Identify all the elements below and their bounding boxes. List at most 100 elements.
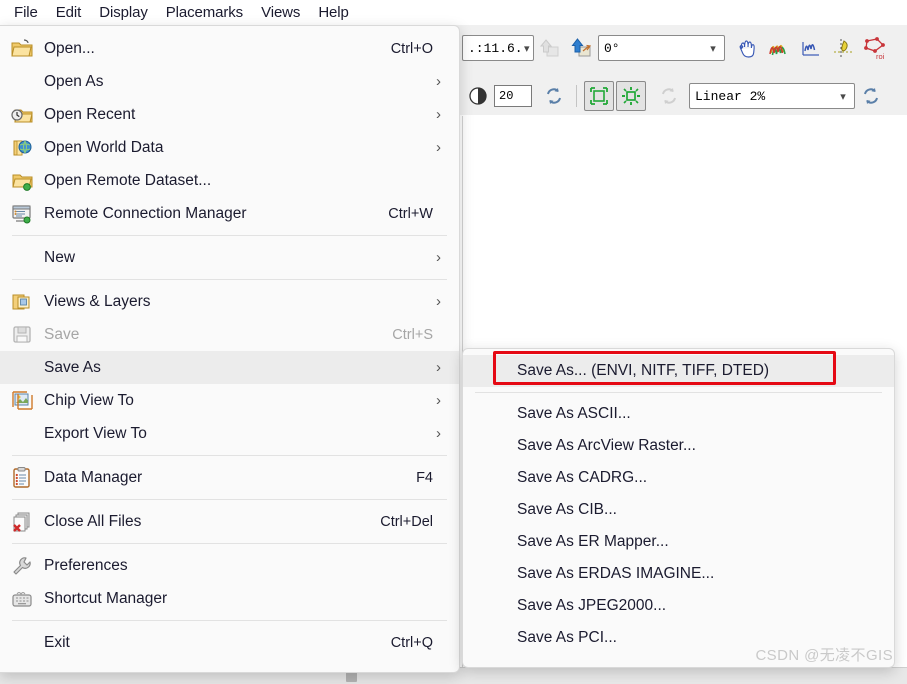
zoom-level-combo[interactable]: .:11.6. ▾	[462, 35, 534, 61]
submenu-item-label: Save As ER Mapper...	[517, 533, 669, 550]
empty-icon-slot	[463, 433, 517, 459]
submenu-item-save-as-ascii[interactable]: Save As ASCII...	[463, 398, 894, 430]
open-remote-dataset-icon	[0, 168, 44, 194]
menu-item-label: Save As	[44, 358, 101, 376]
menu-separator	[475, 392, 882, 393]
menu-item-shortcut-manager[interactable]: Shortcut Manager	[0, 582, 459, 615]
menu-item-label: Open...	[44, 39, 95, 57]
views-layers-icon	[0, 289, 44, 315]
open-recent-icon	[0, 102, 44, 128]
submenu-item-label: Save As PCI...	[517, 629, 617, 646]
refresh-icon[interactable]	[539, 81, 569, 111]
menu-item-open-recent[interactable]: Open Recent ›	[0, 98, 459, 131]
menu-item-save-as[interactable]: Save As ›	[0, 351, 459, 384]
stretch-full-extent-icon[interactable]	[584, 81, 614, 111]
menu-item-exit[interactable]: Exit Ctrl+Q	[0, 626, 459, 659]
stretch-type-combo[interactable]: Linear 2% ▾	[689, 83, 855, 109]
menu-item-label: Export View To	[44, 424, 147, 442]
menu-item-save: Save Ctrl+S	[0, 318, 459, 351]
chip-view-icon	[0, 388, 44, 414]
watermark-text: CSDN @无凌不GIS	[755, 647, 893, 664]
menu-bar: File Edit Display Placemarks Views Help	[0, 0, 907, 25]
menu-item-export-view-to[interactable]: Export View To ›	[0, 417, 459, 450]
refresh-stretch-icon[interactable]	[856, 81, 886, 111]
menu-item-label: Views & Layers	[44, 292, 151, 310]
menu-item-label: Shortcut Manager	[44, 589, 168, 607]
menu-item-accel: Ctrl+W	[388, 205, 433, 222]
pan-hand-icon[interactable]	[732, 33, 762, 63]
menu-item-accel: Ctrl+S	[392, 326, 433, 343]
menu-item-label: Remote Connection Manager	[44, 204, 247, 222]
menu-item-open-remote-dataset[interactable]: Open Remote Dataset...	[0, 164, 459, 197]
application-window: File Edit Display Placemarks Views Help …	[0, 0, 907, 684]
toolbar-separator	[576, 85, 577, 107]
chevron-right-icon: ›	[436, 73, 441, 90]
menu-separator	[12, 235, 447, 236]
menu-item-views-and-layers[interactable]: Views & Layers ›	[0, 285, 459, 318]
submenu-item-label: Save As CIB...	[517, 501, 617, 518]
open-folder-icon	[0, 36, 44, 62]
submenu-item-save-as-cadrg[interactable]: Save As CADRG...	[463, 462, 894, 494]
menu-item-open-as[interactable]: Open As ›	[0, 65, 459, 98]
menu-item-label: Open World Data	[44, 138, 164, 156]
move-layer-up-icon[interactable]	[535, 33, 565, 63]
multi-spectral-profile-icon[interactable]	[796, 33, 826, 63]
chevron-right-icon: ›	[436, 392, 441, 409]
chevron-right-icon: ›	[436, 249, 441, 266]
menubar-item-placemarks[interactable]: Placemarks	[157, 2, 252, 23]
zoom-level-value: .:11.6.	[468, 40, 523, 56]
menu-item-label: Chip View To	[44, 391, 134, 409]
menu-item-open[interactable]: Open... Ctrl+O	[0, 32, 459, 65]
menu-item-remote-connection-manager[interactable]: Remote Connection Manager Ctrl+W	[0, 197, 459, 230]
menu-item-accel: Ctrl+Del	[380, 513, 433, 530]
spectral-profile-icon[interactable]	[764, 33, 794, 63]
submenu-item-save-as-cib[interactable]: Save As CIB...	[463, 494, 894, 526]
menu-item-preferences[interactable]: Preferences	[0, 549, 459, 582]
menu-item-close-all-files[interactable]: Close All Files Ctrl+Del	[0, 505, 459, 538]
menu-separator	[12, 543, 447, 544]
menubar-item-edit[interactable]: Edit	[47, 2, 90, 23]
chevron-right-icon: ›	[436, 293, 441, 310]
menu-item-label: Exit	[44, 633, 70, 651]
submenu-item-label: Save As CADRG...	[517, 469, 648, 486]
scatter-plot-icon[interactable]	[828, 33, 858, 63]
submenu-item-save-as-jpeg2000[interactable]: Save As JPEG2000...	[463, 590, 894, 622]
menu-item-accel: F4	[416, 469, 433, 486]
rotation-angle-value: 0°	[604, 40, 620, 56]
menu-separator	[12, 455, 447, 456]
menu-item-label: Close All Files	[44, 512, 142, 530]
submenu-item-save-as-envi[interactable]: Save As... (ENVI, NITF, TIFF, DTED)	[463, 355, 894, 387]
save-disk-icon	[0, 322, 44, 348]
brightness-input[interactable]: 20	[494, 85, 532, 107]
stretch-type-value: Linear 2%	[695, 88, 766, 104]
menu-item-open-world-data[interactable]: Open World Data ›	[0, 131, 459, 164]
menubar-item-display[interactable]: Display	[90, 2, 156, 23]
menu-item-data-manager[interactable]: Data Manager F4	[0, 461, 459, 494]
rotate-reset-icon[interactable]	[654, 81, 684, 111]
menubar-item-views[interactable]: Views	[252, 2, 309, 23]
move-layer-up-active-icon[interactable]	[567, 33, 597, 63]
toolbar-row-navigation: .:11.6. ▾ 0° ▾ roi	[462, 30, 891, 66]
submenu-item-label: Save As JPEG2000...	[517, 597, 667, 614]
menu-item-label: Data Manager	[44, 468, 143, 486]
empty-icon-slot	[463, 529, 517, 555]
submenu-item-save-as-erdas-imagine[interactable]: Save As ERDAS IMAGINE...	[463, 558, 894, 590]
close-all-files-icon	[0, 509, 44, 535]
empty-icon-slot	[463, 358, 517, 384]
menu-item-accel: Ctrl+O	[390, 40, 433, 57]
roi-tool-icon[interactable]: roi	[860, 33, 890, 63]
rotation-angle-combo[interactable]: 0° ▾	[598, 35, 725, 61]
menu-separator	[12, 499, 447, 500]
menubar-item-help[interactable]: Help	[309, 2, 357, 23]
menu-item-new[interactable]: New ›	[0, 241, 459, 274]
submenu-item-save-as-arcview-raster[interactable]: Save As ArcView Raster...	[463, 430, 894, 462]
open-world-data-icon	[0, 135, 44, 161]
menubar-item-file[interactable]: File	[5, 2, 47, 23]
contrast-icon[interactable]	[463, 81, 493, 111]
menu-item-chip-view-to[interactable]: Chip View To ›	[0, 384, 459, 417]
stretch-view-extent-icon[interactable]	[616, 81, 646, 111]
menu-separator	[12, 279, 447, 280]
shortcut-manager-icon	[0, 586, 44, 612]
submenu-item-save-as-er-mapper[interactable]: Save As ER Mapper...	[463, 526, 894, 558]
empty-icon-slot	[463, 465, 517, 491]
